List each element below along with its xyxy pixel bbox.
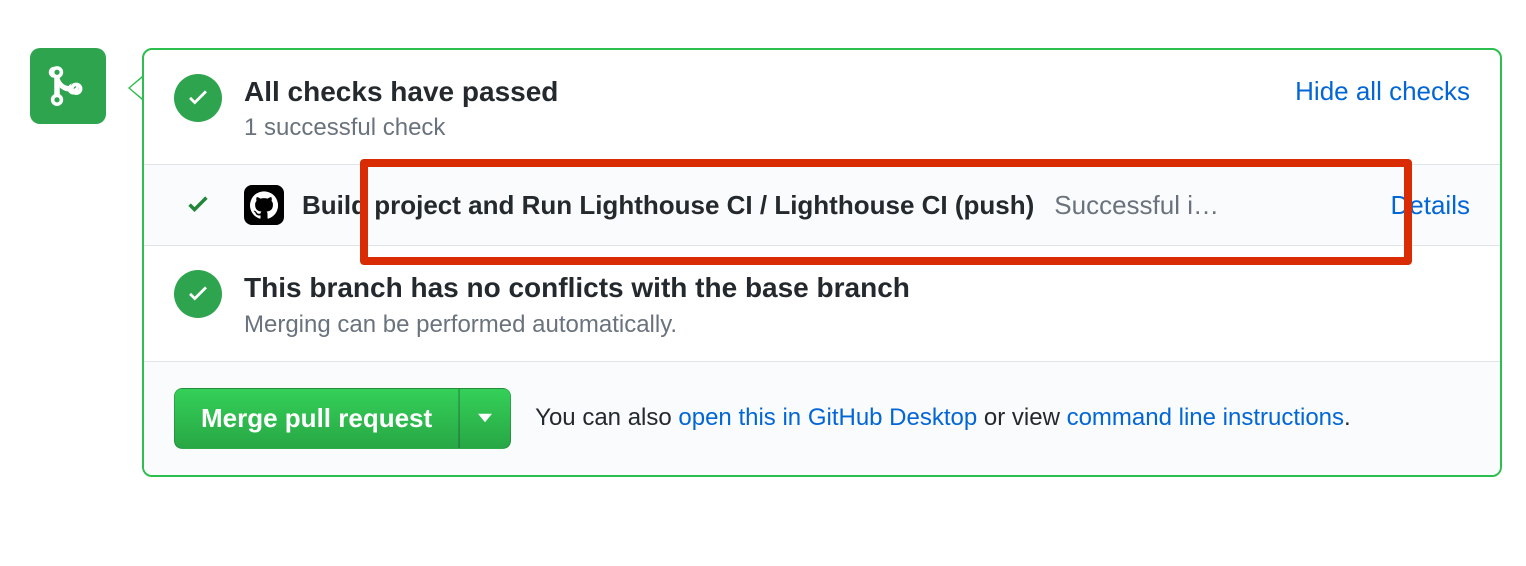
check-icon (185, 281, 211, 307)
git-merge-icon (46, 64, 90, 108)
merge-hint-text: You can also open this in GitHub Desktop… (535, 404, 1351, 432)
conflicts-title: This branch has no conflicts with the ba… (244, 270, 1470, 306)
success-status-badge (174, 74, 222, 122)
merge-hint-middle: or view (977, 404, 1066, 431)
merge-hint-prefix: You can also (535, 404, 678, 431)
check-status-text: Successful i… (1054, 190, 1219, 221)
conflicts-section: This branch has no conflicts with the ba… (144, 245, 1500, 360)
checks-title: All checks have passed (244, 74, 1275, 110)
conflicts-subtitle: Merging can be performed automatically. (244, 311, 1470, 339)
merge-dropdown-button[interactable] (459, 388, 511, 449)
check-success-icon (174, 191, 222, 219)
cli-instructions-link[interactable]: command line instructions (1067, 404, 1344, 431)
github-avatar-icon (244, 185, 284, 225)
check-icon (185, 85, 211, 111)
check-details-link[interactable]: Details (1391, 190, 1470, 221)
caret-down-icon (478, 413, 492, 423)
open-desktop-link[interactable]: open this in GitHub Desktop (678, 404, 977, 431)
checks-summary-section: All checks have passed 1 successful chec… (144, 50, 1500, 164)
check-row: Build project and Run Lighthouse CI / Li… (144, 164, 1500, 245)
merge-button-group: Merge pull request (174, 388, 511, 449)
check-name: Build project and Run Lighthouse CI / Li… (302, 190, 1034, 221)
merge-footer: Merge pull request You can also open thi… (144, 361, 1500, 475)
toggle-checks-link[interactable]: Hide all checks (1295, 76, 1470, 107)
success-status-badge (174, 270, 222, 318)
checks-subtitle: 1 successful check (244, 114, 1275, 142)
merge-hint-suffix: . (1344, 404, 1351, 431)
merge-panel: All checks have passed 1 successful chec… (142, 48, 1502, 477)
merge-pull-request-button[interactable]: Merge pull request (174, 388, 459, 449)
merge-marker (30, 48, 106, 124)
